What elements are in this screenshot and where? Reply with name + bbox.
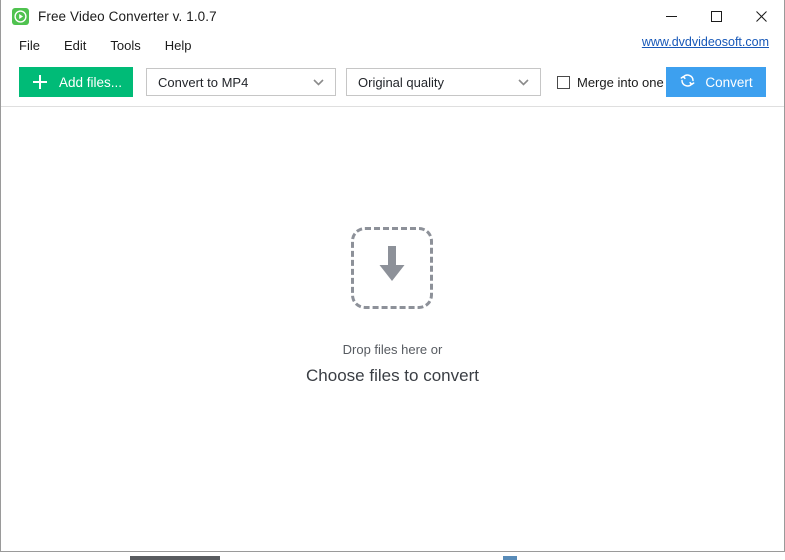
- plus-icon: [33, 75, 47, 89]
- file-list-area: Drop files here or Choose files to conve…: [1, 107, 784, 551]
- output-format-value: Convert to MP4: [158, 74, 249, 90]
- merge-into-one-file-group[interactable]: Merge into one file: [557, 75, 684, 90]
- quality-select[interactable]: Original quality: [346, 68, 541, 96]
- desktop-strip: [0, 552, 785, 560]
- window-title: Free Video Converter v. 1.0.7: [38, 8, 217, 24]
- drop-zone-dashed-box: [351, 226, 434, 309]
- play-circle-icon: [12, 7, 29, 25]
- application-window: Free Video Converter v. 1.0.7 File Edit …: [0, 0, 785, 552]
- output-format-select[interactable]: Convert to MP4: [146, 68, 336, 96]
- quality-value: Original quality: [358, 74, 444, 90]
- website-link[interactable]: www.dvdvideosoft.com: [642, 35, 769, 49]
- menu-item-edit[interactable]: Edit: [55, 36, 95, 55]
- refresh-circular-arrows-icon: [679, 72, 696, 92]
- toolbar: Add files... Convert to MP4 Original qua…: [1, 58, 784, 107]
- menu-item-tools[interactable]: Tools: [101, 36, 149, 55]
- maximize-icon[interactable]: [694, 0, 739, 32]
- drop-zone[interactable]: Drop files here or Choose files to conve…: [306, 226, 479, 386]
- menu-item-help[interactable]: Help: [156, 36, 201, 55]
- menu-item-file[interactable]: File: [10, 36, 49, 55]
- download-arrow-icon: [370, 242, 414, 293]
- merge-into-one-file-checkbox[interactable]: [557, 75, 570, 89]
- taskbar-edge-blue: [503, 556, 517, 560]
- title-bar: Free Video Converter v. 1.0.7: [1, 0, 784, 32]
- close-icon[interactable]: [739, 0, 784, 32]
- add-files-label: Add files...: [59, 74, 123, 90]
- chevron-down-icon: [518, 73, 529, 91]
- chevron-down-icon: [313, 73, 324, 91]
- menu-bar: File Edit Tools Help www.dvdvideosoft.co…: [1, 32, 784, 58]
- minimize-icon[interactable]: [649, 0, 694, 32]
- add-files-button[interactable]: Add files...: [19, 67, 133, 97]
- drop-zone-hint: Drop files here or: [342, 341, 443, 357]
- window-controls: [649, 0, 784, 32]
- taskbar-edge-dark: [130, 556, 220, 560]
- convert-label: Convert: [705, 74, 753, 90]
- convert-button[interactable]: Convert: [666, 67, 766, 97]
- drop-zone-action[interactable]: Choose files to convert: [306, 366, 479, 386]
